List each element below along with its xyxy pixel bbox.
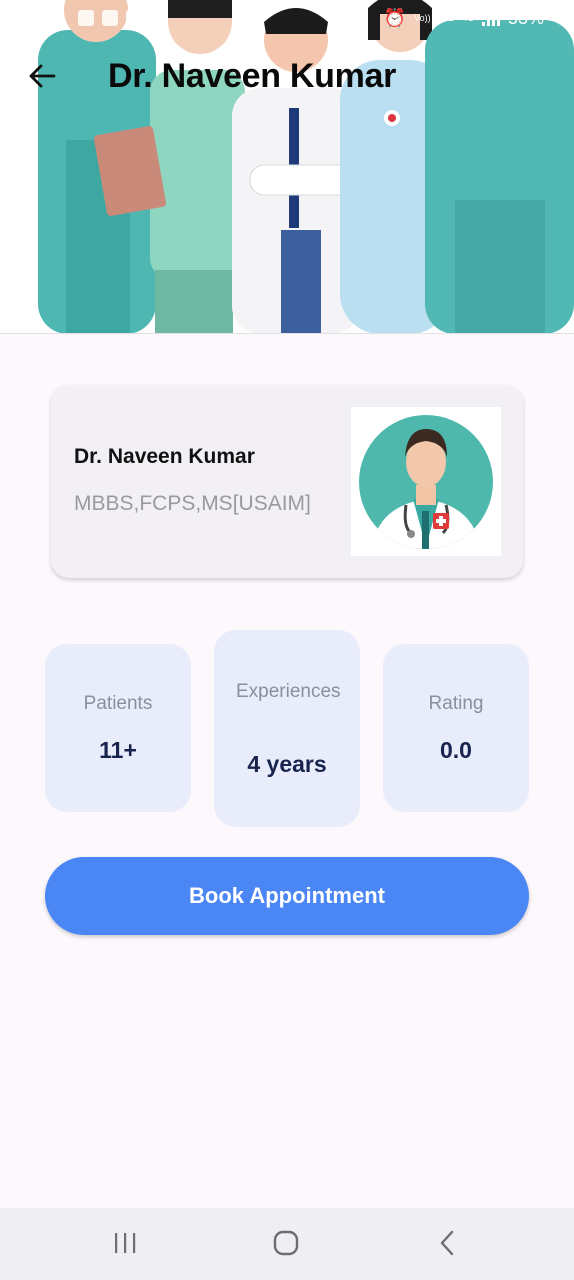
recent-apps-button[interactable]: [105, 1228, 145, 1258]
arrow-left-icon: [29, 64, 56, 88]
stat-value-rating: 0.0: [440, 737, 472, 763]
recent-apps-icon: [115, 1233, 136, 1253]
battery-percent: 53%: [507, 8, 544, 28]
system-nav-bar: [0, 1208, 574, 1280]
stat-card-rating: Rating 0.0: [383, 644, 529, 812]
doctor-name: Dr. Naveen Kumar: [74, 445, 255, 468]
doctor-card: Dr. Naveen Kumar MBBS,FCPS,MS[USAIM]: [51, 385, 523, 578]
home-button[interactable]: [266, 1228, 306, 1258]
notification-icons: [78, 10, 142, 26]
volte-indicator: Vo)) LTE1: [414, 13, 454, 23]
back-icon: [440, 1230, 454, 1256]
back-button[interactable]: [24, 58, 60, 94]
stat-value-experience: 4 years: [247, 751, 327, 777]
stat-card-patients: Patients 11+: [45, 644, 191, 812]
status-right: ⏰ Vo)) LTE1 4G 53%: [384, 8, 544, 29]
alarm-icon: ⏰: [383, 8, 407, 28]
doctor-avatar-icon: [359, 415, 493, 549]
message-notification-icon: [102, 10, 118, 26]
header-banner: ⏰ Vo)) LTE1 4G 53% Dr. Naveen Kumar: [0, 0, 574, 334]
page-title: Dr. Naveen Kumar: [108, 57, 397, 95]
system-back-button[interactable]: [427, 1228, 467, 1258]
status-bar: ⏰ Vo)) LTE1 4G 53%: [0, 0, 574, 40]
whatsapp-notification-icon: [126, 10, 142, 26]
book-appointment-button[interactable]: Book Appointment: [45, 857, 529, 935]
network-type: 4G: [461, 13, 474, 23]
stat-card-experience: Experiences 4 years: [214, 630, 360, 827]
stat-label-experience: Experiences: [236, 681, 341, 702]
medical-staff-illustration: [0, 0, 574, 333]
doctor-qualifications: MBBS,FCPS,MS[USAIM]: [74, 492, 311, 515]
gallery-notification-icon: [78, 10, 94, 26]
stat-label-rating: Rating: [428, 693, 484, 714]
home-icon: [273, 1230, 299, 1256]
signal-icon: [481, 11, 500, 26]
stat-value-patients: 11+: [99, 737, 137, 763]
stat-label-patients: Patients: [83, 693, 153, 714]
doctor-avatar: [351, 407, 501, 556]
